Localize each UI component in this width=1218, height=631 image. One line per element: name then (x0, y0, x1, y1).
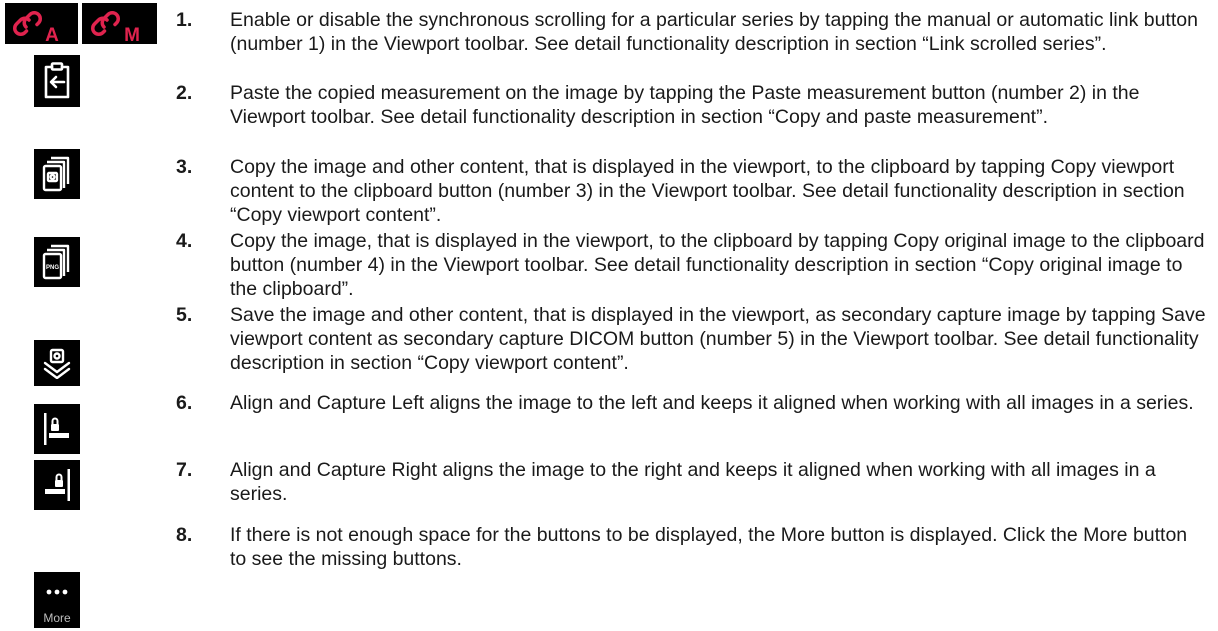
copy-viewport-icon (42, 156, 70, 192)
item-number: 5. (176, 304, 193, 326)
paste-measurement-icon (44, 62, 70, 99)
list-item: 5. Save the image and other content, tha… (176, 303, 1206, 375)
item-text: If there is not enough space for the but… (230, 524, 1188, 570)
item-text: Enable or disable the synchronous scroll… (230, 9, 1198, 55)
align-capture-left-icon (44, 413, 69, 445)
svg-text:PNG: PNG (46, 265, 59, 271)
item-number: 1. (176, 9, 193, 31)
link-auto-button[interactable]: A (5, 3, 78, 44)
link-manual-icon: M (90, 10, 140, 43)
item-text: Save the image and other content, that i… (230, 304, 1206, 374)
svg-text:M: M (124, 25, 140, 43)
list-item: 2. Paste the copied measurement on the i… (176, 81, 1206, 129)
save-secondary-capture-icon (43, 348, 71, 379)
list-item: 6. Align and Capture Left aligns the ima… (176, 391, 1206, 415)
item-text: Copy the image, that is displayed in the… (230, 230, 1205, 300)
copy-viewport-button[interactable] (34, 149, 80, 199)
list-item: 7. Align and Capture Right aligns the im… (176, 458, 1206, 506)
list-item: 4. Copy the image, that is displayed in … (176, 229, 1206, 301)
item-number: 3. (176, 156, 193, 178)
more-icon (46, 589, 68, 595)
item-text: Copy the image and other content, that i… (230, 156, 1185, 226)
item-text: Align and Capture Left aligns the image … (230, 392, 1194, 414)
save-secondary-capture-button[interactable] (34, 340, 80, 386)
link-auto-icon: A (12, 10, 59, 43)
item-number: 6. (176, 392, 193, 414)
item-text: Align and Capture Right aligns the image… (230, 459, 1156, 505)
paste-measurement-button[interactable] (34, 55, 80, 107)
list-item: 8. If there is not enough space for the … (176, 523, 1206, 571)
align-capture-right-icon (45, 469, 70, 501)
item-number: 7. (176, 459, 193, 481)
copy-original-image-button[interactable]: PNG (34, 237, 80, 287)
align-capture-right-button[interactable] (34, 460, 80, 510)
more-label: More (43, 611, 71, 625)
item-number: 8. (176, 524, 193, 546)
item-number: 2. (176, 82, 193, 104)
copy-original-image-icon: PNG (42, 244, 70, 280)
item-text: Paste the copied measurement on the imag… (230, 82, 1140, 128)
list-item: 1. Enable or disable the synchronous scr… (176, 8, 1206, 56)
list-item: 3. Copy the image and other content, tha… (176, 155, 1206, 227)
svg-text:A: A (45, 25, 59, 43)
link-manual-button[interactable]: M (82, 3, 157, 44)
align-capture-left-button[interactable] (34, 404, 80, 454)
item-number: 4. (176, 230, 193, 252)
more-button[interactable]: More (34, 572, 80, 628)
